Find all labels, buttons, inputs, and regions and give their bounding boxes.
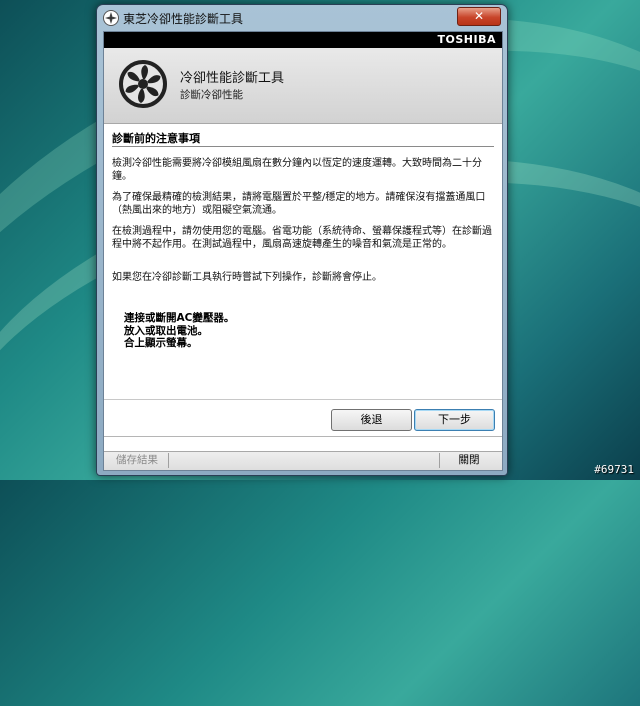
- notice-panel: 診斷前的注意事項 檢測冷卻性能需要將冷卻模組風扇在數分鐘內以恆定的速度運轉。大致…: [104, 124, 502, 400]
- title-bar[interactable]: 東芝冷卻性能診斷工具 ✕: [97, 5, 507, 29]
- next-button[interactable]: 下一步: [414, 409, 495, 431]
- list-item: 合上顯示螢幕。: [124, 337, 198, 349]
- divider: [112, 146, 494, 147]
- notice-paragraph: 如果您在冷卻診斷工具執行時嘗試下列操作，診斷將會停止。: [112, 272, 382, 283]
- notice-paragraph: 為了確保最精確的檢測結果，請將電腦置於平整/穩定的地方。請確保沒有擋蓋通風口（熱…: [112, 192, 486, 216]
- notice-paragraph: 在檢測過程中，請勿使用您的電腦。省電功能（系統待命、螢幕保護程式等）在診斷過程中…: [112, 226, 492, 250]
- notice-title: 診斷前的注意事項: [112, 132, 200, 145]
- fan-app-icon: [103, 10, 119, 26]
- stop-actions-list: 連接或斷開AC變壓器。 放入或取出電池。 合上顯示螢幕。: [124, 312, 234, 350]
- window-title: 東芝冷卻性能診斷工具: [123, 12, 244, 26]
- wizard-header: 冷卻性能診斷工具 診斷冷卻性能: [104, 48, 502, 124]
- diagnostic-window: 東芝冷卻性能診斷工具 ✕ TOSHIBA 冷卻性能診斷工具 診斷冷卻性能 診斷前…: [96, 4, 508, 476]
- brand-logo: TOSHIBA: [437, 33, 496, 46]
- window-client-area: TOSHIBA 冷卻性能診斷工具 診斷冷卻性能 診斷前的注意事項 檢測冷卻性能需…: [103, 31, 503, 471]
- header-title: 冷卻性能診斷工具: [180, 71, 285, 86]
- brand-bar: TOSHIBA: [104, 32, 502, 48]
- header-subtitle: 診斷冷卻性能: [180, 89, 243, 101]
- notice-paragraph: 檢測冷卻性能需要將冷卻模組風扇在數分鐘內以恆定的速度運轉。大致時間為二十分鐘。: [112, 158, 482, 182]
- image-id-label: #69731: [594, 463, 634, 476]
- divider: [104, 436, 502, 437]
- close-button[interactable]: 關閉: [439, 453, 498, 468]
- list-item: 連接或斷開AC變壓器。: [124, 312, 235, 324]
- save-result-button[interactable]: 儲存結果: [106, 453, 169, 468]
- list-item: 放入或取出電池。: [124, 324, 208, 337]
- back-button[interactable]: 後退: [331, 409, 412, 431]
- fan-icon: [118, 59, 168, 113]
- status-bar: 儲存結果 關閉: [104, 451, 502, 470]
- close-window-button[interactable]: ✕: [457, 7, 501, 26]
